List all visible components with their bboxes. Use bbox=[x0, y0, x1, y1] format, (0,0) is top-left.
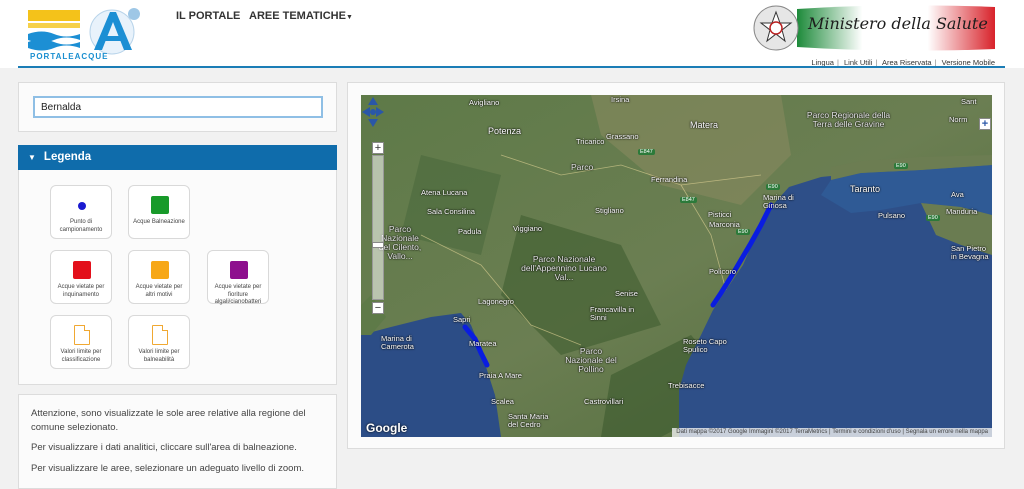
region-label: Parco Regionale della Terra delle Gravin… bbox=[806, 110, 891, 129]
place-label: Roseto Capo Spulico bbox=[683, 337, 727, 354]
legend-header[interactable]: ▼ Legenda bbox=[18, 145, 337, 170]
place-label: Manduria bbox=[946, 207, 978, 216]
green-swatch bbox=[151, 196, 169, 214]
legend-item-acque-balneazione: Acque Balneazione bbox=[128, 185, 190, 239]
region-label: Parco Nazionale dell'Appennino Lucano Va… bbox=[521, 254, 607, 282]
map-data-credit: Dati mappa ©2017 Google Immagini ©2017 T… bbox=[676, 429, 828, 435]
place-label: Sant bbox=[961, 97, 977, 106]
legend-label: Valori limite per balneabilità bbox=[138, 349, 180, 363]
place-label: Praia A Mare bbox=[479, 371, 522, 380]
legend-item-valori-classificazione[interactable]: Valori limite per classificazione bbox=[50, 315, 112, 369]
region-label: Parco bbox=[571, 162, 594, 172]
place-label: Pisticci bbox=[708, 210, 732, 219]
purple-swatch bbox=[230, 261, 248, 279]
place-label: Avigliano bbox=[469, 98, 500, 107]
place-label: Marina di Ginosa bbox=[763, 193, 794, 210]
place-label: Ferrandina bbox=[651, 175, 688, 184]
road-badge: E90 bbox=[926, 215, 940, 221]
google-logo: Google bbox=[366, 421, 408, 435]
road-badge: E90 bbox=[766, 184, 780, 190]
place-label: Senise bbox=[615, 289, 638, 298]
place-label: Pulsano bbox=[878, 211, 906, 220]
map-canvas[interactable]: Avigliano Irsina Potenza Grassano Matera… bbox=[361, 95, 992, 437]
info-text: Per visualizzare i dati analitici, clicc… bbox=[31, 442, 297, 453]
place-label: Grassano bbox=[606, 132, 639, 141]
place-label: Ava bbox=[951, 190, 964, 199]
document-icon bbox=[74, 325, 90, 345]
red-swatch bbox=[73, 261, 91, 279]
report-error-link[interactable]: Segnala un errore nella mappa bbox=[906, 429, 988, 435]
road-badge: E847 bbox=[638, 149, 655, 155]
legend-item-valori-balneabilita[interactable]: Valori limite per balneabilità bbox=[128, 315, 190, 369]
place-label: Maratea bbox=[469, 339, 497, 348]
info-text: Attenzione, sono visualizzate le sole ar… bbox=[31, 408, 306, 433]
legend-label: Acque Balneazione bbox=[133, 219, 185, 225]
nav-aree-tematiche[interactable]: AREE TEMATICHE▼ bbox=[249, 10, 353, 22]
place-label: Atena Lucana bbox=[421, 188, 468, 197]
search-panel bbox=[18, 82, 337, 132]
place-label: San Pietro in Bevagna bbox=[951, 244, 989, 261]
place-label: Potenza bbox=[488, 126, 522, 136]
site-header: PORTALEACQUE IL PORTALE AREE TEMATICHE▼ … bbox=[0, 0, 1024, 68]
place-label: Santa Maria del Cedro bbox=[508, 412, 549, 429]
ministry-text: Ministero della Salute bbox=[808, 14, 988, 33]
place-label: Padula bbox=[458, 227, 482, 236]
caret-down-icon: ▼ bbox=[28, 153, 36, 162]
caret-down-icon: ▼ bbox=[345, 14, 353, 21]
info-panel: Attenzione, sono visualizzate le sole ar… bbox=[18, 394, 337, 489]
place-label: Taranto bbox=[850, 184, 881, 194]
place-label: Tricarico bbox=[576, 137, 605, 146]
legend-label: Punto di campionamento bbox=[59, 219, 103, 233]
road-badge: E90 bbox=[894, 163, 908, 169]
place-label: Lagonegro bbox=[478, 297, 514, 306]
legend-label: Acque vietate per fioriture algali/ciano… bbox=[214, 284, 262, 305]
place-label: Francavilla in Sinni bbox=[590, 305, 635, 322]
place-label: Matera bbox=[690, 120, 719, 130]
place-label: Norm bbox=[949, 115, 968, 124]
place-label: Viggiano bbox=[513, 224, 543, 233]
pan-control-icon[interactable] bbox=[361, 95, 385, 129]
zoom-slider[interactable] bbox=[372, 155, 384, 300]
place-label: Irsina bbox=[611, 95, 630, 104]
header-divider bbox=[18, 66, 1005, 68]
place-label: Trebisacce bbox=[668, 381, 705, 390]
legend-label: Valori limite per classificazione bbox=[60, 349, 102, 363]
orange-swatch bbox=[151, 261, 169, 279]
document-icon bbox=[152, 325, 168, 345]
place-label: Castrovillari bbox=[584, 397, 624, 406]
legend-body: Punto di campionamento Acque Balneazione… bbox=[18, 170, 337, 385]
sample-point-dot bbox=[78, 202, 86, 210]
place-label: Policoro bbox=[709, 267, 737, 276]
road-badge: E90 bbox=[736, 229, 750, 235]
place-label: Sala Consilina bbox=[427, 207, 475, 216]
logo-text: PORTALEACQUE bbox=[30, 52, 109, 61]
terms-link[interactable]: Termini e condizioni d'uso bbox=[832, 429, 901, 435]
zoom-slider-handle[interactable] bbox=[372, 242, 384, 248]
legend-item-punto-campionamento: Punto di campionamento bbox=[50, 185, 112, 239]
place-label: Sapri bbox=[453, 315, 471, 324]
legend-label: Acque vietate per inquinamento bbox=[57, 284, 105, 298]
legend-item-altri-motivi: Acque vietate per altri motivi bbox=[128, 250, 190, 304]
region-label: Parco Nazionale del Pollino bbox=[565, 346, 617, 374]
place-label: Marina di Camerota bbox=[381, 334, 414, 351]
zoom-in-button[interactable]: + bbox=[372, 142, 384, 154]
legend-item-fioriture-algali: Acque vietate per fioriture algali/ciano… bbox=[207, 250, 269, 305]
legend-item-inquinamento: Acque vietate per inquinamento bbox=[50, 250, 112, 304]
nav-il-portale[interactable]: IL PORTALE bbox=[176, 10, 240, 22]
map-attribution: Dati mappa ©2017 Google Immagini ©2017 T… bbox=[672, 428, 992, 437]
legend-label: Acque vietate per altri motivi bbox=[135, 284, 183, 298]
comune-search-input[interactable] bbox=[33, 96, 323, 118]
info-text: Per visualizzare le aree, selezionare un… bbox=[31, 462, 305, 474]
expand-plus-icon[interactable]: + bbox=[979, 118, 991, 130]
place-label: Stigliano bbox=[595, 206, 624, 215]
place-label: Scalea bbox=[491, 397, 514, 406]
place-label: Marconia bbox=[709, 220, 740, 229]
nav-aree-tematiche-label: AREE TEMATICHE bbox=[249, 10, 346, 22]
legend-title: Legenda bbox=[43, 151, 92, 163]
road-badge: E847 bbox=[680, 197, 697, 203]
zoom-out-button[interactable]: − bbox=[372, 302, 384, 314]
